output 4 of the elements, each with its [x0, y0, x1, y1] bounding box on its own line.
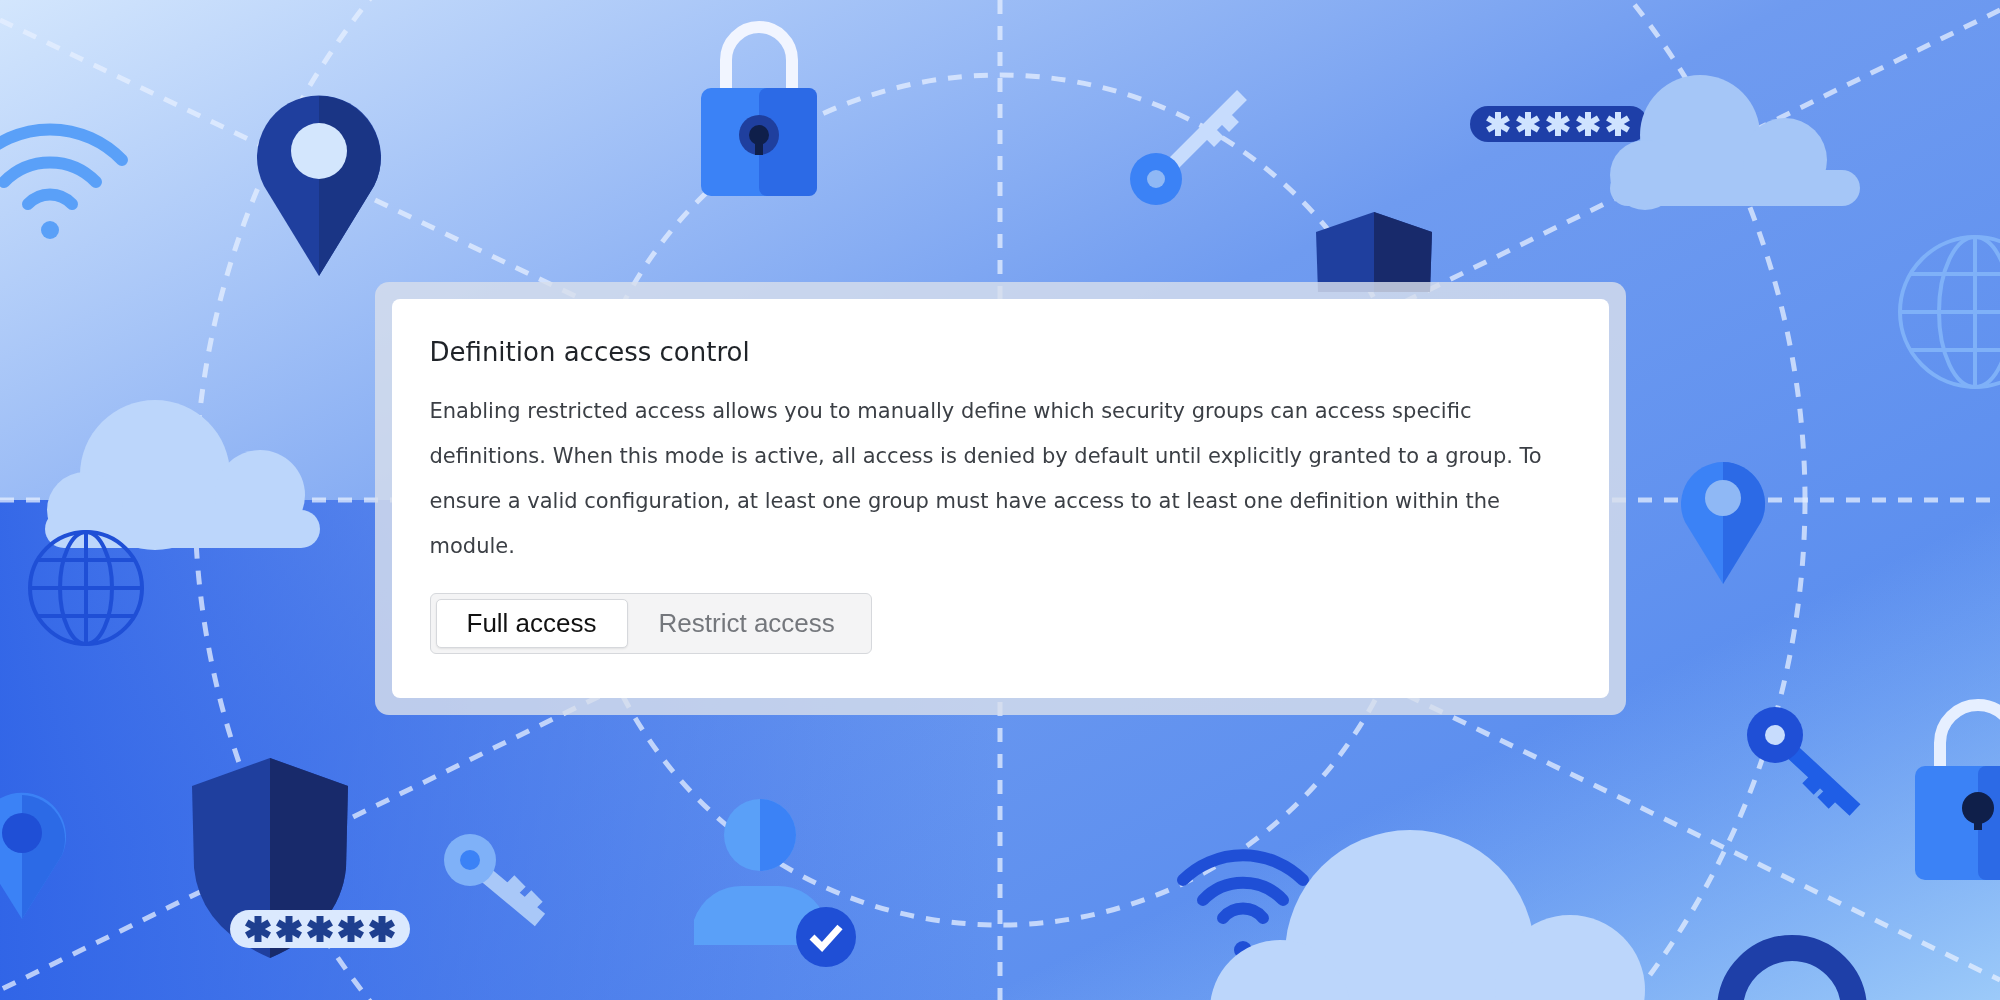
access-mode-option[interactable]: Full access: [435, 598, 628, 648]
access-mode-option[interactable]: Restrict access: [627, 598, 866, 648]
card-description: Enabling restricted access allows you to manually define which security groups can access specific definitions. When this mode is active, all access is denied by default until explicitly granted to a group. To ensure a valid configuration, at least one group must have access to at least one definition within the module.: [429, 397, 1543, 560]
card-title: Definition access control: [429, 336, 751, 367]
